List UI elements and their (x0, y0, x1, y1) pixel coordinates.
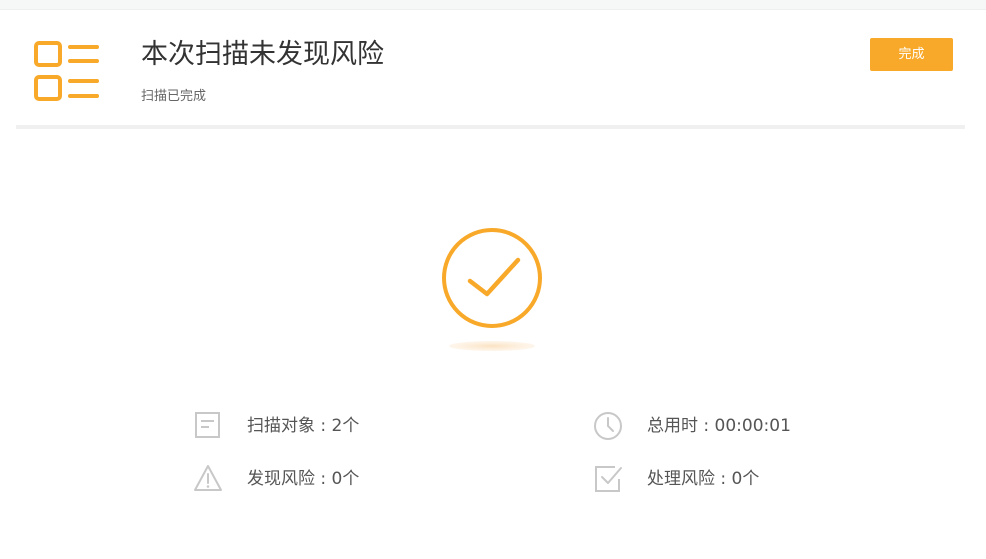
warning-icon (193, 463, 223, 495)
stat-total-time: 总用时 : 00:00:01 (593, 410, 853, 442)
header-divider (16, 125, 965, 129)
stat-risks-found: 发现风险 : 0个 (193, 463, 453, 495)
page-subtitle: 扫描已完成 (141, 89, 207, 104)
stat-risks-handled: 处理风险 : 0个 (593, 463, 853, 495)
check-circle-icon (440, 226, 544, 356)
stat-scan-objects: 扫描对象 : 2个 (193, 410, 453, 442)
stat-total-time-label: 总用时 : 00:00:01 (647, 416, 791, 436)
clock-icon (593, 410, 623, 442)
top-strip (0, 0, 986, 10)
stat-risks-found-label: 发现风险 : 0个 (247, 469, 360, 489)
document-icon (193, 410, 223, 442)
page-title: 本次扫描未发现风险 (141, 39, 384, 70)
list-icon (34, 41, 100, 103)
scan-result-page: 本次扫描未发现风险 扫描已完成 完成 扫描对象 : 2个 总用时: 00:00… (0, 0, 986, 559)
done-button[interactable]: 完成 (870, 38, 953, 71)
stat-risks-handled-label: 处理风险 : 0个 (647, 469, 760, 489)
checkbox-icon (593, 463, 623, 495)
stat-scan-objects-label: 扫描对象 : 2个 (247, 416, 360, 436)
